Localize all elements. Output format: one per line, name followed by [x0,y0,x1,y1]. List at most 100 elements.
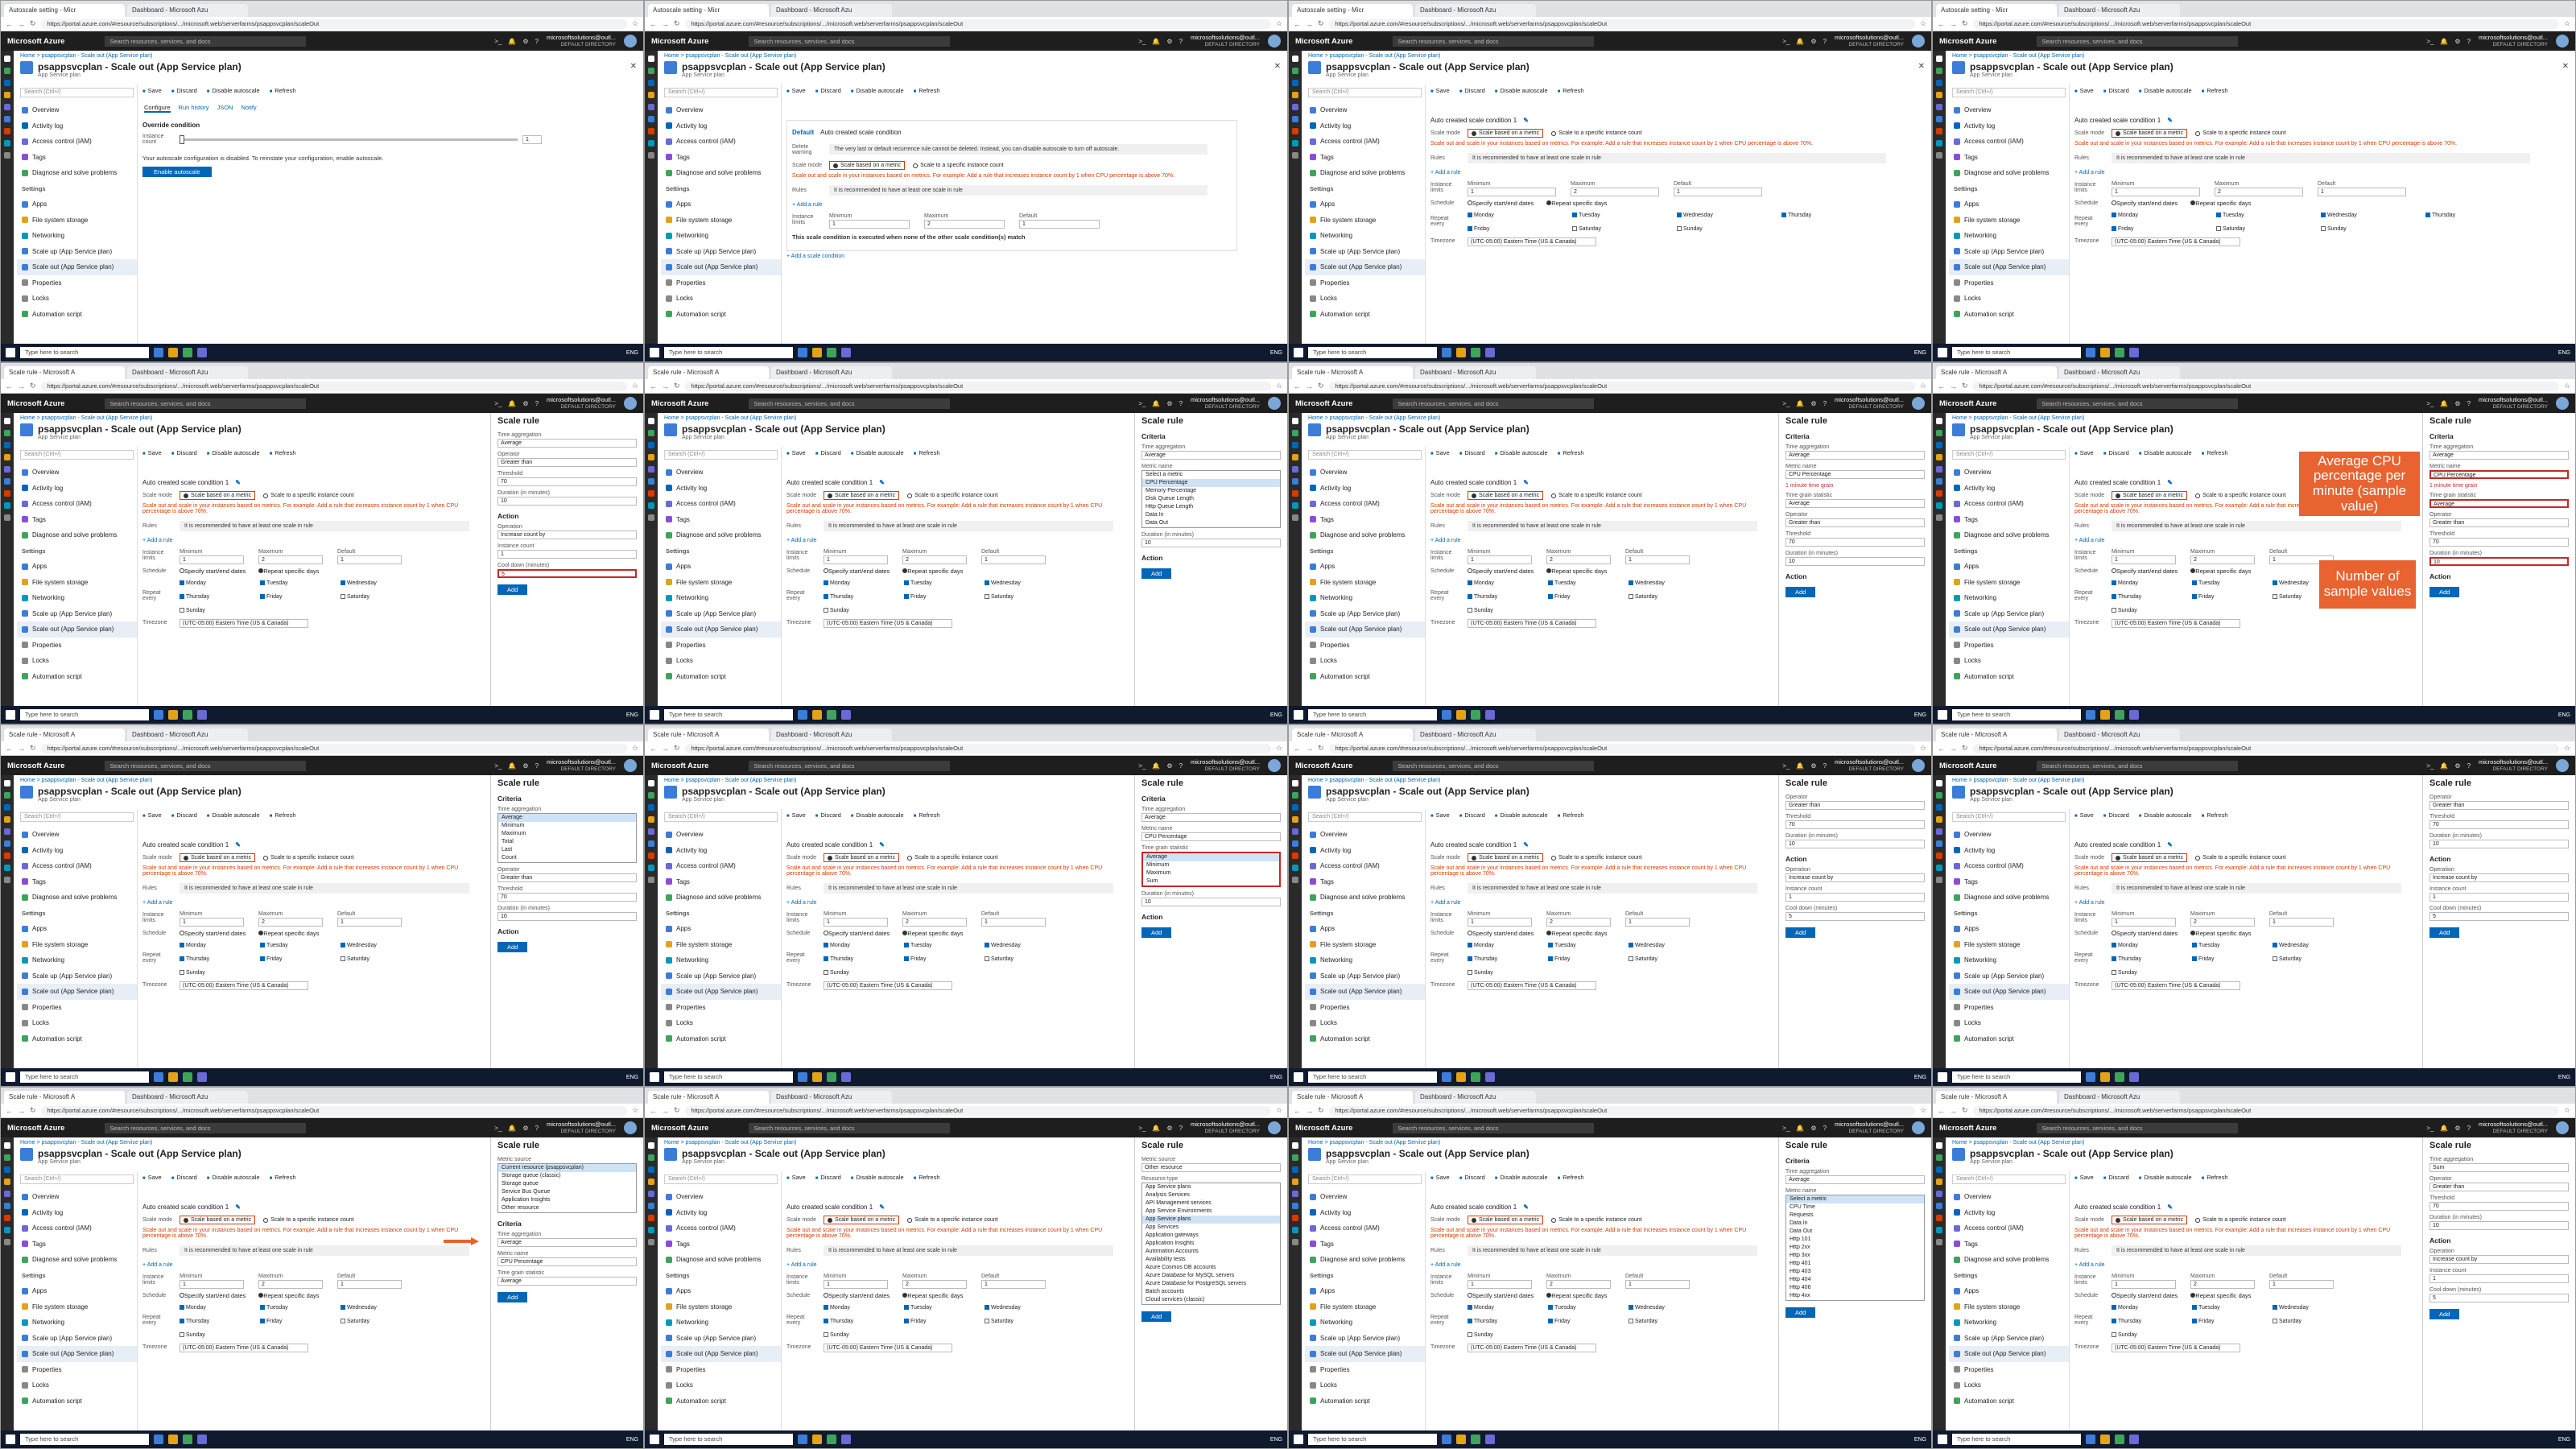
discard-button[interactable]: Discard [2103,1174,2128,1181]
day-checkbox[interactable]: Thursday [1781,213,1878,218]
dashboard-icon[interactable] [1936,442,1942,448]
menu-item[interactable]: Access control (IAM) [17,496,137,512]
dropdown-option[interactable]: Availability tests [1142,1256,1280,1264]
star-icon[interactable]: ☆ [1920,19,1926,28]
menu-item[interactable]: Activity log [661,1205,781,1221]
day-checkbox[interactable]: Tuesday [1548,1305,1620,1311]
file-explorer-icon[interactable] [2100,1072,2110,1082]
menu-item[interactable]: Overview [1305,102,1425,118]
refresh-button[interactable]: Refresh [270,449,295,456]
browser-tab[interactable]: Dashboard - Microsoft Azu [2059,366,2180,379]
menu-item[interactable]: Access control (IAM) [1305,1220,1425,1236]
menu-item[interactable]: Tags [1949,150,2069,166]
dropdown-option[interactable]: Http 2xx [1786,1244,1924,1252]
day-checkbox[interactable]: Sunday [1468,970,1540,976]
cloud-shell-icon[interactable]: >_ [2426,400,2434,407]
taskbar-search[interactable]: Type here to search [664,709,793,720]
menu-item[interactable]: Overview [17,1189,137,1205]
day-checkbox[interactable]: Monday [2112,943,2184,948]
menu-item[interactable]: Access control (IAM) [1949,496,2069,512]
duration-select[interactable]: 10 [1785,557,1925,566]
resource-groups-icon[interactable] [1936,104,1942,110]
notifications-icon[interactable]: 🔔 [1796,38,1804,45]
back-icon[interactable]: ← [650,382,657,390]
storage-icon[interactable] [1292,865,1298,871]
help-icon[interactable]: ? [1179,38,1183,45]
browser-tab[interactable]: Scale rule - Microsoft A [4,366,125,379]
dropdown-option[interactable]: Select a metric [1142,471,1280,479]
time-grain-statistic-select[interactable]: Average [2429,499,2569,508]
monitor-icon[interactable] [1936,1239,1942,1245]
limit-input[interactable]: 1 [2112,918,2176,927]
back-icon[interactable]: ← [1938,20,1945,28]
repeat-days-radio[interactable]: Repeat specific days [2190,568,2252,575]
resource-groups-icon[interactable] [648,466,654,473]
add-button[interactable]: Add [497,1292,528,1302]
task-view-icon[interactable] [798,1435,807,1444]
threshold-select[interactable]: 70 [2429,820,2569,829]
monitor-icon[interactable] [648,1239,654,1245]
timezone-select[interactable]: (UTC-05:00) Eastern Time (US & Canada) [824,619,952,628]
day-checkbox[interactable]: Wednesday [2273,1305,2345,1311]
dropdown-option[interactable]: Disk Queue Length [1142,495,1280,503]
windows-start-icon[interactable] [6,710,15,720]
url-field[interactable]: https://portal.azure.com/#resource/subsc… [1972,743,2559,753]
refresh-button[interactable]: Refresh [2202,811,2227,819]
dropdown-option[interactable]: Application Insights [1142,1240,1280,1248]
dashboard-icon[interactable] [1292,80,1298,86]
azure-brand[interactable]: Microsoft Azure [1939,399,1996,408]
avatar[interactable] [1268,35,1281,47]
menu-item[interactable]: Apps [1949,921,2069,937]
add-button[interactable]: Add [1141,1311,1172,1322]
menu-item[interactable]: Diagnose and solve problems [661,527,781,543]
discard-button[interactable]: Discard [171,449,196,456]
forward-icon[interactable]: → [18,745,25,753]
dropdown-option[interactable]: Memory Percentage [1142,487,1280,495]
discard-button[interactable]: Discard [171,87,196,94]
refresh-button[interactable]: Refresh [270,87,295,94]
visual-studio-icon[interactable] [197,710,207,720]
cool-down-select[interactable]: 5 [1785,912,1925,921]
storage-icon[interactable] [648,1227,654,1233]
menu-item[interactable]: Properties [1949,275,2069,291]
task-view-icon[interactable] [1442,348,1451,357]
help-icon[interactable]: ? [535,400,539,407]
operator-select[interactable]: Greater than [1785,518,1925,527]
timezone-select[interactable]: (UTC-05:00) Eastern Time (US & Canada) [2112,619,2240,628]
star-icon[interactable]: ☆ [1920,744,1926,753]
menu-search-input[interactable]: Search (Ctrl+/) [1952,450,2066,460]
menu-item[interactable]: Apps [661,559,781,575]
monitor-icon[interactable] [1936,514,1942,521]
scale-mode-specific-radio[interactable]: Scale to a specific instance count [260,1216,357,1224]
menu-item[interactable]: Networking [17,228,137,244]
menu-item[interactable]: Diagnose and solve problems [1305,527,1425,543]
menu-item[interactable]: Diagnose and solve problems [17,527,137,543]
avatar[interactable] [1268,397,1281,410]
repeat-days-radio[interactable]: Repeat specific days [902,568,964,575]
menu-item[interactable]: Scale up (App Service plan) [17,968,137,985]
day-checkbox[interactable]: Sunday [1677,226,1773,232]
menu-search-input[interactable]: Search (Ctrl+/) [1308,450,1422,460]
day-checkbox[interactable]: Sunday [1468,608,1540,613]
menu-search-input[interactable]: Search (Ctrl+/) [664,88,778,97]
sql-icon[interactable] [1936,1215,1942,1221]
day-checkbox[interactable]: Monday [2112,213,2208,218]
menu-item[interactable]: Networking [661,590,781,606]
app-services-icon[interactable] [1292,116,1298,122]
resource-groups-icon[interactable] [4,828,10,835]
menu-item[interactable]: Tags [1949,512,2069,528]
settings-icon[interactable]: ⚙ [522,762,528,770]
global-search-input[interactable]: Search resources, services, and docs [2037,1122,2239,1133]
task-view-icon[interactable] [2086,348,2095,357]
repeat-days-radio[interactable]: Repeat specific days [258,930,320,937]
windows-start-icon[interactable] [1938,1435,1947,1444]
menu-item[interactable]: Diagnose and solve problems [17,890,137,906]
duration-select[interactable]: 10 [497,497,637,506]
menu-item[interactable]: Tags [1305,150,1425,166]
day-checkbox[interactable]: Friday [1548,956,1620,962]
day-checkbox[interactable]: Tuesday [1548,943,1620,948]
monitor-icon[interactable] [4,1239,10,1245]
scale-mode-specific-radio[interactable]: Scale to a specific instance count [1548,130,1645,137]
menu-icon[interactable] [1936,1142,1942,1149]
menu-item[interactable]: Overview [661,1189,781,1205]
